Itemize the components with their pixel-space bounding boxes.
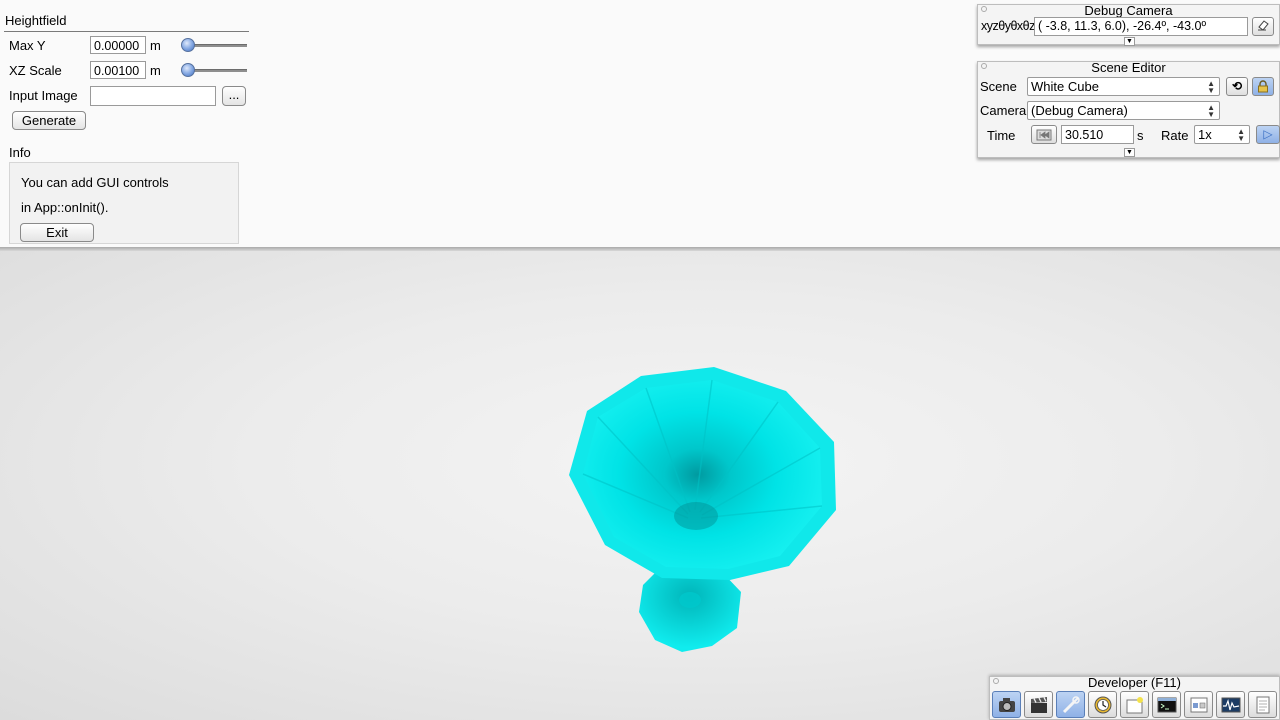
developer-toolbar: Developer (F11) [989,675,1280,720]
scene-graph-icon [1190,697,1208,713]
scene-editor-title: Scene Editor [1091,60,1166,75]
input-image-field[interactable] [90,86,216,106]
debug-camera-expand-icon[interactable]: ▼ [1124,37,1135,46]
3d-viewport[interactable] [0,251,1280,720]
play-icon: ▷ [1263,127,1273,141]
rate-dropdown[interactable]: 1x ▲ ▼ [1194,125,1250,144]
reset-time-button[interactable] [1031,125,1057,144]
dropdown-arrows-icon: ▲ ▼ [1207,103,1215,119]
copy-coordinates-button[interactable] [1252,17,1274,36]
exit-button[interactable]: Exit [20,223,94,242]
xz-scale-input[interactable]: 0.00100 [90,61,146,79]
dropdown-arrows-icon: ▲ ▼ [1237,127,1245,143]
coord-label: xyzθyθxθz [981,19,1035,33]
lock-icon [1258,80,1268,93]
play-button[interactable]: ▷ [1256,125,1280,144]
profiler-icon [1221,697,1241,713]
time-input[interactable]: 30.510 [1061,125,1134,144]
debug-camera-window: Debug Camera xyzθyθxθz ( -3.8, 11.3, 6.0… [977,3,1280,46]
browse-button[interactable]: ... [222,86,246,106]
info-document-button[interactable] [1248,691,1277,718]
profiler-button[interactable] [1216,691,1245,718]
camera-dropdown[interactable]: (Debug Camera) ▲ ▼ [1027,101,1220,120]
scene-value: White Cube [1031,79,1099,94]
heightfield-title: Heightfield [5,13,67,28]
max-y-unit: m [150,38,161,53]
scene-editor-expand-icon[interactable]: ▼ [1124,148,1135,157]
rewind-icon [1036,129,1052,141]
lock-scene-button[interactable] [1252,77,1274,96]
video-record-button[interactable] [1024,691,1053,718]
clapperboard-icon [1031,697,1047,713]
xz-scale-unit: m [150,63,161,78]
dropdown-arrows-icon: ▲ ▼ [1207,79,1215,95]
cup-stem [679,592,701,608]
tools-icon [1062,696,1080,714]
new-window-button[interactable] [1120,691,1149,718]
tools-button[interactable] [1056,691,1085,718]
info-line-1: You can add GUI controls [21,175,169,190]
camera-value: (Debug Camera) [1031,103,1128,118]
time-unit: s [1137,128,1144,143]
developer-title: Developer (F11) [1088,675,1181,690]
new-window-icon [1126,697,1143,714]
rate-label: Rate [1161,128,1189,143]
console-icon [1157,697,1177,713]
debug-camera-title: Debug Camera [1084,3,1173,18]
time-label: Time [987,128,1016,143]
cup-bowl-center [674,502,718,530]
scene-label: Scene [980,79,1017,94]
timing-button[interactable] [1088,691,1117,718]
max-y-input[interactable]: 0.00000 [90,36,146,54]
xz-scale-slider-thumb[interactable] [181,63,195,77]
reload-scene-button[interactable]: ⟲ [1226,77,1248,96]
document-icon [1256,696,1270,714]
camera-coordinates-input[interactable]: ( -3.8, 11.3, 6.0), -26.4º, -43.0º [1034,17,1248,36]
info-title: Info [9,145,31,160]
heightfield-divider [4,31,249,32]
scene-editor-window: Scene Editor Scene White Cube ▲ ▼ ⟲ Camer… [977,60,1280,158]
reload-icon: ⟲ [1231,79,1243,93]
scene-graph-button[interactable] [1184,691,1213,718]
gui-panel: Heightfield Max Y 0.00000 m XZ Scale 0.0… [0,0,1280,251]
cup-model [569,367,836,652]
camera-label: Camera [980,103,1027,118]
screenshot-button[interactable] [992,691,1021,718]
info-line-2: in App::onInit(). [21,200,109,215]
input-image-label: Input Image [9,88,78,103]
max-y-slider-thumb[interactable] [181,38,195,52]
clock-icon [1094,696,1112,714]
xz-scale-label: XZ Scale [9,63,62,78]
camera-icon [999,698,1015,712]
generate-button[interactable]: Generate [12,111,86,130]
console-button[interactable] [1152,691,1181,718]
max-y-label: Max Y [9,38,46,53]
eraser-icon [1258,20,1269,31]
rate-value: 1x [1198,127,1212,142]
info-box: You can add GUI controls in App::onInit(… [9,162,239,244]
scene-dropdown[interactable]: White Cube ▲ ▼ [1027,77,1220,96]
